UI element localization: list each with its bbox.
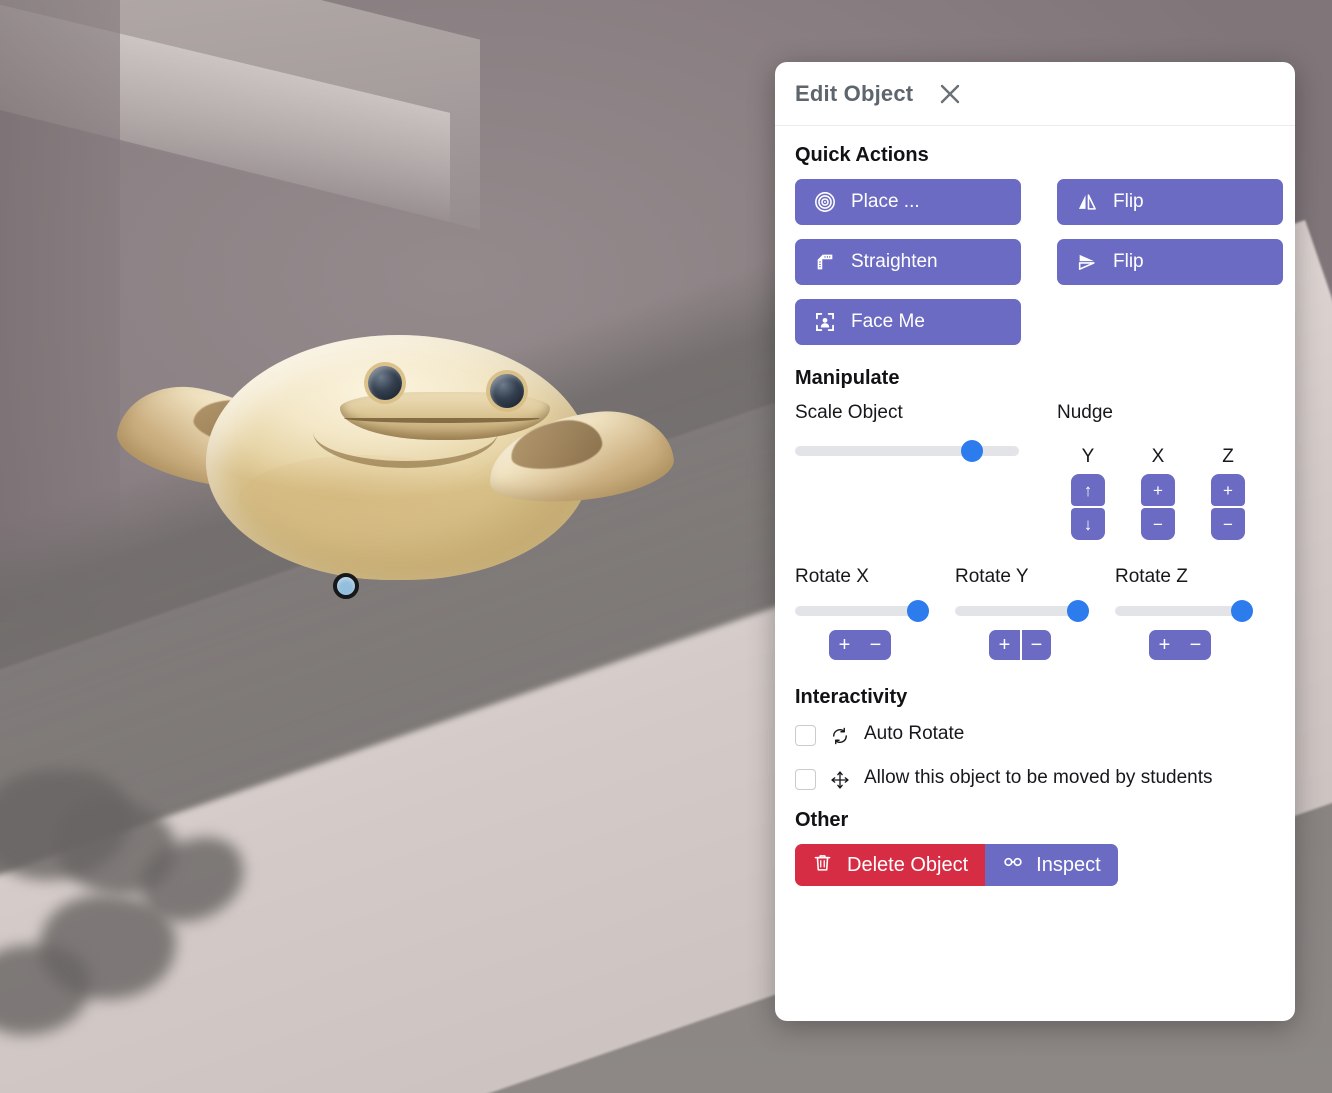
nudge-axis-y-stack: ↑ ↓ <box>1071 474 1105 540</box>
quick-actions-grid: Place ... Flip Straighten Flip Face Me <box>795 179 1283 345</box>
other-heading: Other <box>795 809 849 832</box>
auto-rotate-label: Auto Rotate <box>864 723 965 744</box>
target-icon <box>813 190 837 214</box>
nudge-x-minus-button[interactable]: − <box>1141 508 1175 540</box>
bird-eye-left <box>368 366 402 400</box>
rotate-z-slider-thumb[interactable] <box>1231 600 1254 622</box>
rotate-x-minus-button[interactable]: − <box>860 630 891 660</box>
auto-rotate-checkbox[interactable] <box>795 725 816 746</box>
flip-horizontal-button-label: Flip <box>1113 191 1144 212</box>
move-arrows-icon <box>829 769 851 791</box>
rotate-x-label: Rotate X <box>795 566 869 587</box>
nudge-axis-x: X + − <box>1141 446 1175 540</box>
scale-object-slider[interactable] <box>795 440 1019 462</box>
nudge-group: Nudge Y ↑ ↓ X + − Z + − <box>1035 402 1275 540</box>
nudge-axis-y: Y ↑ ↓ <box>1071 446 1105 540</box>
placement-anchor-dot[interactable] <box>333 573 359 599</box>
inspect-label: Inspect <box>1036 853 1101 876</box>
nudge-y-down-button[interactable]: ↓ <box>1071 508 1105 540</box>
face-frame-icon <box>813 310 837 334</box>
allow-move-checkbox[interactable] <box>795 769 816 791</box>
edit-object-panel: Edit Object Quick Actions Place ... Flip… <box>775 62 1295 1021</box>
rotate-z-plus-button[interactable]: + <box>1149 630 1180 660</box>
auto-rotate-row[interactable]: Auto Rotate <box>795 721 1275 747</box>
face-me-button[interactable]: Face Me <box>795 299 1021 345</box>
face-me-button-label: Face Me <box>851 311 925 332</box>
manipulate-heading: Manipulate <box>795 367 900 389</box>
nudge-z-minus-button[interactable]: − <box>1211 508 1245 540</box>
rotate-y-plus-button[interactable]: + <box>989 630 1020 660</box>
nudge-z-plus-button[interactable]: + <box>1211 474 1245 506</box>
close-icon[interactable] <box>935 79 965 109</box>
scale-object-slider-thumb[interactable] <box>960 440 983 462</box>
page-title: Edit Object <box>795 80 914 106</box>
nudge-axis-z: Z + − <box>1211 446 1245 540</box>
nudge-axis-y-label: Y <box>1081 446 1095 467</box>
flip-vertical-icon <box>1075 250 1099 274</box>
rotate-y-buttons: + − <box>989 630 1115 660</box>
bird-3d-model[interactable] <box>110 330 678 605</box>
rotate-z-buttons: + − <box>1149 630 1275 660</box>
delete-object-button[interactable]: Delete Object <box>795 844 986 887</box>
rotate-x-plus-button[interactable]: + <box>829 630 860 660</box>
nudge-axis-z-label: Z <box>1222 446 1234 467</box>
rotate-x-group: Rotate X + − <box>795 566 955 660</box>
scale-object-group: Scale Object <box>795 402 1035 540</box>
rotate-y-group: Rotate Y + − <box>955 566 1115 660</box>
straighten-button-label: Straighten <box>851 251 938 272</box>
rotate-y-minus-button[interactable]: − <box>1020 630 1051 660</box>
scale-object-label: Scale Object <box>795 402 903 423</box>
panel-body: Quick Actions Place ... Flip Straighten … <box>775 126 1295 1021</box>
nudge-axis-z-stack: + − <box>1211 474 1245 540</box>
manipulate-row: Scale Object Nudge Y ↑ ↓ X + − Z + − <box>795 402 1275 540</box>
rotate-x-slider-thumb[interactable] <box>907 600 930 622</box>
inspect-button[interactable]: Inspect <box>985 844 1118 887</box>
rotate-z-slider[interactable] <box>1115 600 1254 622</box>
bird-brow <box>313 396 498 468</box>
other-section: Other Delete Object Inspect <box>795 809 1275 887</box>
nudge-columns: Y ↑ ↓ X + − Z + − <box>1057 446 1275 540</box>
rotate-y-label: Rotate Y <box>955 566 1029 587</box>
rotate-y-slider[interactable] <box>955 600 1090 622</box>
place-button[interactable]: Place ... <box>795 179 1021 225</box>
rotate-y-slider-thumb[interactable] <box>1067 600 1090 622</box>
bird-belly-shading <box>238 455 488 545</box>
flip-vertical-button[interactable]: Flip <box>1057 239 1283 285</box>
rotate-x-buttons: + − <box>829 630 955 660</box>
rotate-z-group: Rotate Z + − <box>1115 566 1275 660</box>
panel-header: Edit Object <box>775 62 1295 126</box>
flip-horizontal-button[interactable]: Flip <box>1057 179 1283 225</box>
delete-object-label: Delete Object <box>847 853 969 876</box>
trash-icon <box>812 852 833 879</box>
allow-move-row[interactable]: Allow this object to be moved by student… <box>795 765 1275 791</box>
flip-horizontal-icon <box>1075 190 1099 214</box>
interactivity-heading: Interactivity <box>795 686 908 708</box>
rotate-z-minus-button[interactable]: − <box>1180 630 1211 660</box>
nudge-axis-x-stack: + − <box>1141 474 1175 540</box>
rotate-row: Rotate X + − Rotate Y + − Rotate Z + − <box>795 566 1275 660</box>
flip-vertical-button-label: Flip <box>1113 251 1144 272</box>
quick-actions-heading: Quick Actions <box>795 144 929 166</box>
ruler-icon <box>813 250 837 274</box>
auto-rotate-icon <box>829 725 851 747</box>
interactivity-section: Interactivity Auto Rotate Allow this obj… <box>795 686 1275 791</box>
rotate-z-label: Rotate Z <box>1115 566 1188 587</box>
nudge-y-up-button[interactable]: ↑ <box>1071 474 1105 506</box>
glasses-icon <box>1002 851 1024 879</box>
nudge-label: Nudge <box>1057 402 1113 423</box>
nudge-x-plus-button[interactable]: + <box>1141 474 1175 506</box>
bird-eye-right <box>490 374 524 408</box>
rotate-x-slider[interactable] <box>795 600 930 622</box>
place-button-label: Place ... <box>851 191 920 212</box>
allow-move-label: Allow this object to be moved by student… <box>864 767 1213 789</box>
straighten-button[interactable]: Straighten <box>795 239 1021 285</box>
other-buttons: Delete Object Inspect <box>795 844 1275 887</box>
nudge-axis-x-label: X <box>1151 446 1165 467</box>
